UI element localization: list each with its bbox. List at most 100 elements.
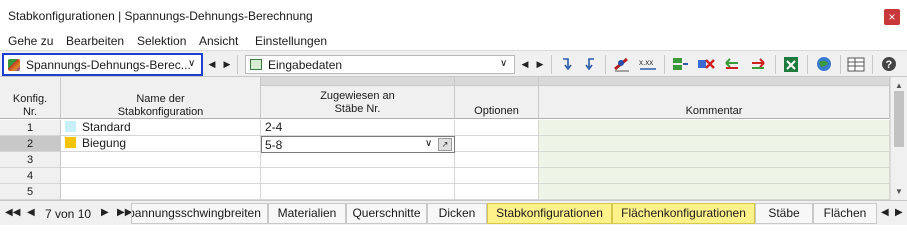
first-page-icon[interactable]: ◀◀ — [5, 207, 20, 218]
column-header-name[interactable]: Name der Stabkonfiguration — [61, 77, 261, 119]
pick-members-icon[interactable]: ↗ — [438, 138, 452, 151]
toolbar-divider — [775, 55, 776, 74]
table-row-assigned[interactable] — [261, 152, 455, 168]
menu-selektion[interactable]: Selektion — [137, 34, 186, 48]
members-edit-value: 5-8 — [265, 138, 283, 152]
toolbar-divider — [807, 55, 808, 74]
row-number[interactable]: 3 — [0, 152, 61, 168]
toolbar-divider — [872, 55, 873, 74]
table-row-options[interactable] — [455, 136, 539, 152]
help-icon[interactable]: ? — [879, 55, 899, 74]
toolbar-divider — [237, 55, 238, 74]
tab-scroll-left-icon[interactable]: ◀ — [881, 207, 889, 218]
page-indicator: 7 von 10 — [45, 207, 92, 221]
scroll-down-icon[interactable]: ▼ — [895, 187, 903, 196]
module-icon — [8, 59, 20, 71]
module-select-value: Spannungs-Dehnungs-Berec... — [26, 58, 191, 72]
menu-bearbeiten[interactable]: Bearbeiten — [66, 34, 124, 48]
scroll-up-icon[interactable]: ▲ — [895, 81, 903, 90]
table-row-options[interactable] — [455, 120, 539, 136]
table-row-comment[interactable] — [539, 184, 890, 200]
view-select-value: Eingabedaten — [268, 58, 343, 72]
vertical-scrollbar[interactable]: ▲ ▼ — [890, 77, 907, 200]
table-row-name[interactable] — [61, 168, 261, 184]
row-number[interactable]: 2 — [0, 136, 61, 152]
table-row-comment[interactable] — [539, 120, 890, 136]
next-view-button[interactable]: ▶ — [535, 57, 545, 71]
column-header-options[interactable]: Optionen — [455, 77, 539, 119]
tab-scroll-right-icon[interactable]: ▶ — [895, 207, 903, 218]
chevron-down-icon[interactable]: ∨ — [425, 138, 432, 149]
toolbar-divider — [840, 55, 841, 74]
pen-icon[interactable] — [612, 55, 632, 74]
tab-flaechen[interactable]: Flächen — [813, 203, 877, 224]
table-row-name[interactable] — [61, 184, 261, 200]
menu-ansicht[interactable]: Ansicht — [199, 34, 238, 48]
column-header-assigned[interactable]: Zugewiesen an Stäbe Nr. — [261, 77, 455, 119]
row-number[interactable]: 4 — [0, 168, 61, 184]
tab-materialien[interactable]: Materialien — [268, 203, 346, 224]
table-row-assigned[interactable]: 2-4 — [261, 120, 455, 136]
configuration-table: Konfig. Nr. Name der Stabkonfiguration Z… — [0, 77, 890, 200]
insert-row-icon[interactable] — [670, 55, 690, 74]
view-select[interactable]: Eingabedaten ∨ — [245, 55, 515, 74]
header-band — [539, 77, 889, 86]
previous-module-button[interactable]: ◀ — [207, 57, 217, 71]
close-icon[interactable]: × — [884, 9, 900, 25]
header-band — [261, 77, 454, 86]
color-swatch — [65, 121, 76, 132]
menu-bar: Gehe zu Bearbeiten Selektion Ansicht Ein… — [0, 32, 907, 50]
jump-icon[interactable] — [558, 55, 578, 74]
row-number[interactable]: 1 — [0, 120, 61, 136]
window-title: Stabkonfigurationen | Spannungs-Dehnungs… — [8, 9, 313, 23]
header-band — [455, 77, 538, 86]
table-row-options[interactable] — [455, 168, 539, 184]
table-row-comment[interactable] — [539, 152, 890, 168]
title-bar: Stabkonfigurationen | Spannungs-Dehnungs… — [0, 0, 907, 32]
table-row-options[interactable] — [455, 184, 539, 200]
scroll-thumb[interactable] — [894, 91, 904, 147]
table-row-comment[interactable] — [539, 168, 890, 184]
tab-flaechenkonfigurationen[interactable]: Flächenkonfigurationen — [612, 203, 755, 224]
module-select[interactable]: Spannungs-Dehnungs-Berec... ∨ — [2, 53, 203, 76]
table-settings-icon[interactable] — [846, 55, 866, 74]
next-page-icon[interactable]: ▶ — [101, 207, 109, 218]
delete-row-icon[interactable] — [696, 55, 716, 74]
table-row-name[interactable]: Standard — [61, 120, 261, 136]
tab-spannungsschwingbreiten[interactable]: Spannungsschwingbreiten — [131, 203, 268, 224]
members-edit-field[interactable]: 5-8 ∨ ↗ — [261, 136, 455, 153]
arrow-right-icon[interactable] — [748, 55, 768, 74]
chevron-down-icon: ∨ — [500, 58, 508, 69]
menu-gehe-zu[interactable]: Gehe zu — [8, 34, 53, 48]
column-header-comment[interactable]: Kommentar — [539, 77, 890, 119]
toolbar-divider — [551, 55, 552, 74]
svg-text:?: ? — [886, 59, 893, 71]
table-row-assigned[interactable] — [261, 168, 455, 184]
table-row-assigned[interactable] — [261, 184, 455, 200]
column-header-no[interactable]: Konfig. Nr. — [0, 77, 61, 119]
next-module-button[interactable]: ▶ — [222, 57, 232, 71]
tab-stabkonfigurationen[interactable]: Stabkonfigurationen — [487, 203, 612, 224]
toolbar-divider — [664, 55, 665, 74]
xxx-columns-icon[interactable]: x.xx — [638, 55, 658, 74]
tab-staebe[interactable]: Stäbe — [755, 203, 813, 224]
tab-querschnitte[interactable]: Querschnitte — [346, 203, 427, 224]
globe-icon[interactable] — [814, 55, 834, 74]
table-row-name[interactable] — [61, 152, 261, 168]
jump-back-icon[interactable] — [580, 55, 600, 74]
chevron-down-icon: ∨ — [188, 58, 196, 69]
tab-dicken[interactable]: Dicken — [427, 203, 487, 224]
previous-page-icon[interactable]: ◀ — [27, 207, 35, 218]
arrow-left-icon[interactable] — [722, 55, 742, 74]
table-row-options[interactable] — [455, 152, 539, 168]
table-row-name[interactable]: Biegung — [61, 136, 261, 152]
excel-export-icon[interactable] — [781, 55, 801, 74]
svg-text:x.xx: x.xx — [639, 58, 653, 67]
menu-einstellungen[interactable]: Einstellungen — [255, 34, 327, 48]
toolbar: Spannungs-Dehnungs-Berec... ∨ ◀ ▶ Eingab… — [0, 50, 907, 77]
previous-view-button[interactable]: ◀ — [520, 57, 530, 71]
sheet-tab-bar: ◀◀ ◀ 7 von 10 ▶ ▶▶ Spannungsschwingbreit… — [0, 200, 907, 225]
color-swatch — [65, 137, 76, 148]
table-row-comment[interactable] — [539, 136, 890, 152]
row-number[interactable]: 5 — [0, 184, 61, 200]
